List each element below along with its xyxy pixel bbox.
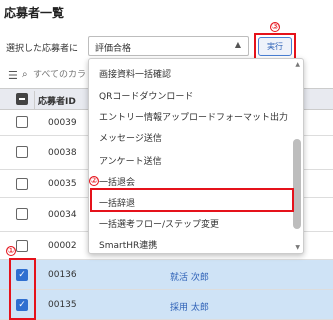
select-all-checkbox[interactable] xyxy=(16,93,28,105)
bulk-action-dropdown: 画接資料一括確認 QRコードダウンロード エントリー情報アップロードフォーマット… xyxy=(88,58,304,254)
applicant-id: 00035 xyxy=(48,179,77,189)
applicant-id: 00039 xyxy=(48,118,77,128)
applicant-id: 00038 xyxy=(48,148,77,158)
scroll-up-icon[interactable]: ▲ xyxy=(295,61,300,68)
applicant-id: 00002 xyxy=(48,241,77,251)
dropdown-item[interactable]: 一括選考フロー/ステップ変更 xyxy=(99,217,219,230)
run-button[interactable]: 実行 xyxy=(258,37,292,56)
dropdown-item[interactable]: 画接資料一括確認 xyxy=(99,67,171,80)
scroll-down-icon[interactable]: ▼ xyxy=(295,244,300,251)
applicant-id: 00136 xyxy=(48,270,77,280)
row-checkbox[interactable] xyxy=(16,116,28,128)
row-checkbox[interactable] xyxy=(16,240,28,252)
search-icon: ⌕ xyxy=(22,69,28,80)
callout-2: ② xyxy=(89,176,99,186)
applicant-name[interactable]: 就活 次郎 xyxy=(170,270,209,283)
page-title: 応募者一覧 xyxy=(4,6,65,20)
dropdown-item[interactable]: アンケート送信 xyxy=(99,154,162,167)
dropdown-item[interactable]: 一括退会 xyxy=(99,175,135,188)
table-toolbar: ☰ ⌕ xyxy=(0,66,91,86)
dropdown-item[interactable]: SmartHR連携 xyxy=(99,238,157,251)
dropdown-item-highlight xyxy=(90,188,294,212)
search-input[interactable] xyxy=(33,70,91,80)
dropdown-item[interactable]: エントリー情報アップロードフォーマット出力 xyxy=(99,110,288,123)
bulk-action-label: 選択した応募者に xyxy=(6,44,79,54)
column-divider xyxy=(34,91,35,109)
dropdown-item[interactable]: メッセージ送信 xyxy=(99,131,162,144)
dropdown-item[interactable]: QRコードダウンロード xyxy=(99,89,193,102)
bulk-action-selected-value: 評価合格 xyxy=(95,44,132,54)
bulk-action-select[interactable]: 評価合格 ▲ xyxy=(88,36,249,56)
row-checkbox[interactable] xyxy=(16,146,28,158)
table-row[interactable]: ✓ 00135 採用 太郎 xyxy=(0,290,333,320)
dropdown-scrollbar[interactable] xyxy=(293,139,301,229)
callout-1: ① xyxy=(6,246,16,256)
row-checkbox[interactable] xyxy=(16,208,28,220)
callout-3: ③ xyxy=(270,22,280,32)
applicant-id: 00034 xyxy=(48,210,77,220)
row-checkbox[interactable] xyxy=(16,178,28,190)
applicant-name[interactable]: 採用 太郎 xyxy=(170,300,209,313)
caret-up-icon: ▲ xyxy=(234,40,241,49)
table-row[interactable]: ✓ 00136 就活 次郎 xyxy=(0,260,333,290)
column-header-id: 応募者ID xyxy=(38,97,76,107)
menu-icon[interactable]: ☰ xyxy=(8,69,18,82)
checkbox-column-highlight xyxy=(9,258,36,320)
applicant-id: 00135 xyxy=(48,300,77,310)
